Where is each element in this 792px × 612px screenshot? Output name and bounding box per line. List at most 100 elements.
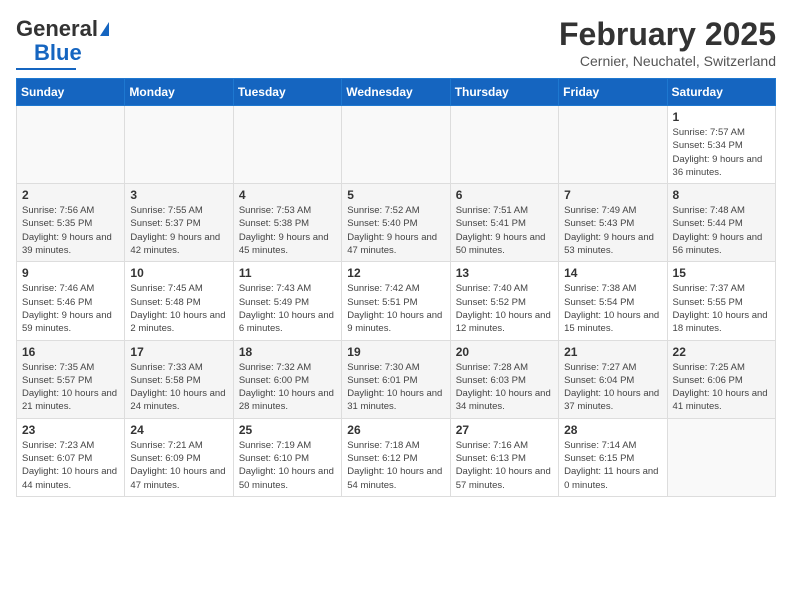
day-info: Sunrise: 7:45 AM Sunset: 5:48 PM Dayligh… [130, 282, 227, 335]
calendar-cell [233, 106, 341, 184]
day-info: Sunrise: 7:27 AM Sunset: 6:04 PM Dayligh… [564, 361, 661, 414]
main-title: February 2025 [559, 16, 776, 53]
calendar-cell: 20 Sunrise: 7:28 AM Sunset: 6:03 PM Dayli… [450, 340, 558, 418]
day-number: 15 [673, 266, 770, 280]
calendar-cell: 25 Sunrise: 7:19 AM Sunset: 6:10 PM Dayli… [233, 418, 341, 496]
calendar-cell: 2 Sunrise: 7:56 AM Sunset: 5:35 PM Daylig… [17, 184, 125, 262]
day-number: 28 [564, 423, 661, 437]
calendar-cell: 17 Sunrise: 7:33 AM Sunset: 5:58 PM Dayli… [125, 340, 233, 418]
day-info: Sunrise: 7:51 AM Sunset: 5:41 PM Dayligh… [456, 204, 553, 257]
day-number: 20 [456, 345, 553, 359]
day-info: Sunrise: 7:30 AM Sunset: 6:01 PM Dayligh… [347, 361, 444, 414]
calendar-cell [17, 106, 125, 184]
day-number: 23 [22, 423, 119, 437]
calendar-body: 1 Sunrise: 7:57 AM Sunset: 5:34 PM Daylig… [17, 106, 776, 497]
calendar-cell: 4 Sunrise: 7:53 AM Sunset: 5:38 PM Daylig… [233, 184, 341, 262]
day-info: Sunrise: 7:32 AM Sunset: 6:00 PM Dayligh… [239, 361, 336, 414]
day-number: 1 [673, 110, 770, 124]
day-number: 26 [347, 423, 444, 437]
weekday-header-row: SundayMondayTuesdayWednesdayThursdayFrid… [17, 79, 776, 106]
day-info: Sunrise: 7:23 AM Sunset: 6:07 PM Dayligh… [22, 439, 119, 492]
calendar-cell: 9 Sunrise: 7:46 AM Sunset: 5:46 PM Daylig… [17, 262, 125, 340]
logo-blue-text: Blue [34, 40, 82, 66]
day-info: Sunrise: 7:21 AM Sunset: 6:09 PM Dayligh… [130, 439, 227, 492]
calendar-cell: 8 Sunrise: 7:48 AM Sunset: 5:44 PM Daylig… [667, 184, 775, 262]
day-info: Sunrise: 7:28 AM Sunset: 6:03 PM Dayligh… [456, 361, 553, 414]
day-number: 7 [564, 188, 661, 202]
day-info: Sunrise: 7:16 AM Sunset: 6:13 PM Dayligh… [456, 439, 553, 492]
day-info: Sunrise: 7:25 AM Sunset: 6:06 PM Dayligh… [673, 361, 770, 414]
day-info: Sunrise: 7:53 AM Sunset: 5:38 PM Dayligh… [239, 204, 336, 257]
day-info: Sunrise: 7:56 AM Sunset: 5:35 PM Dayligh… [22, 204, 119, 257]
calendar-week-row: 2 Sunrise: 7:56 AM Sunset: 5:35 PM Daylig… [17, 184, 776, 262]
page-header: General Blue February 2025 Cernier, Neuc… [16, 16, 776, 70]
calendar-cell: 7Sunrise: 7:49 AM Sunset: 5:43 PM Daylig… [559, 184, 667, 262]
calendar-cell [667, 418, 775, 496]
day-number: 10 [130, 266, 227, 280]
day-number: 5 [347, 188, 444, 202]
calendar-cell: 6 Sunrise: 7:51 AM Sunset: 5:41 PM Daylig… [450, 184, 558, 262]
calendar-table: SundayMondayTuesdayWednesdayThursdayFrid… [16, 78, 776, 497]
day-info: Sunrise: 7:40 AM Sunset: 5:52 PM Dayligh… [456, 282, 553, 335]
weekday-header-tuesday: Tuesday [233, 79, 341, 106]
calendar-cell: 19 Sunrise: 7:30 AM Sunset: 6:01 PM Dayli… [342, 340, 450, 418]
calendar-week-row: 16Sunrise: 7:35 AM Sunset: 5:57 PM Dayli… [17, 340, 776, 418]
day-info: Sunrise: 7:43 AM Sunset: 5:49 PM Dayligh… [239, 282, 336, 335]
calendar-week-row: 23 Sunrise: 7:23 AM Sunset: 6:07 PM Dayli… [17, 418, 776, 496]
day-number: 12 [347, 266, 444, 280]
day-number: 25 [239, 423, 336, 437]
calendar-cell: 5 Sunrise: 7:52 AM Sunset: 5:40 PM Daylig… [342, 184, 450, 262]
calendar-cell: 10 Sunrise: 7:45 AM Sunset: 5:48 PM Dayli… [125, 262, 233, 340]
day-number: 13 [456, 266, 553, 280]
day-number: 6 [456, 188, 553, 202]
weekday-header-thursday: Thursday [450, 79, 558, 106]
logo: General Blue [16, 16, 109, 70]
day-number: 2 [22, 188, 119, 202]
day-info: Sunrise: 7:19 AM Sunset: 6:10 PM Dayligh… [239, 439, 336, 492]
weekday-header-saturday: Saturday [667, 79, 775, 106]
day-info: Sunrise: 7:42 AM Sunset: 5:51 PM Dayligh… [347, 282, 444, 335]
day-info: Sunrise: 7:46 AM Sunset: 5:46 PM Dayligh… [22, 282, 119, 335]
day-info: Sunrise: 7:33 AM Sunset: 5:58 PM Dayligh… [130, 361, 227, 414]
calendar-cell [450, 106, 558, 184]
day-info: Sunrise: 7:38 AM Sunset: 5:54 PM Dayligh… [564, 282, 661, 335]
weekday-header-sunday: Sunday [17, 79, 125, 106]
day-number: 16 [22, 345, 119, 359]
calendar-cell: 21 Sunrise: 7:27 AM Sunset: 6:04 PM Dayli… [559, 340, 667, 418]
calendar-cell: 15 Sunrise: 7:37 AM Sunset: 5:55 PM Dayli… [667, 262, 775, 340]
day-info: Sunrise: 7:57 AM Sunset: 5:34 PM Dayligh… [673, 126, 770, 179]
day-number: 8 [673, 188, 770, 202]
day-info: Sunrise: 7:52 AM Sunset: 5:40 PM Dayligh… [347, 204, 444, 257]
calendar-cell: 11 Sunrise: 7:43 AM Sunset: 5:49 PM Dayli… [233, 262, 341, 340]
day-info: Sunrise: 7:55 AM Sunset: 5:37 PM Dayligh… [130, 204, 227, 257]
calendar-cell [125, 106, 233, 184]
day-number: 19 [347, 345, 444, 359]
day-number: 21 [564, 345, 661, 359]
logo-general-text: General [16, 16, 98, 42]
subtitle: Cernier, Neuchatel, Switzerland [559, 53, 776, 69]
calendar-cell: 22Sunrise: 7:25 AM Sunset: 6:06 PM Dayli… [667, 340, 775, 418]
day-info: Sunrise: 7:14 AM Sunset: 6:15 PM Dayligh… [564, 439, 661, 492]
day-number: 4 [239, 188, 336, 202]
day-number: 17 [130, 345, 227, 359]
calendar-cell: 14 Sunrise: 7:38 AM Sunset: 5:54 PM Dayli… [559, 262, 667, 340]
logo-underline [16, 68, 76, 70]
day-info: Sunrise: 7:37 AM Sunset: 5:55 PM Dayligh… [673, 282, 770, 335]
weekday-header-wednesday: Wednesday [342, 79, 450, 106]
calendar-cell: 28 Sunrise: 7:14 AM Sunset: 6:15 PM Dayli… [559, 418, 667, 496]
calendar-cell [559, 106, 667, 184]
calendar-week-row: 1 Sunrise: 7:57 AM Sunset: 5:34 PM Daylig… [17, 106, 776, 184]
title-block: February 2025 Cernier, Neuchatel, Switze… [559, 16, 776, 69]
day-number: 18 [239, 345, 336, 359]
day-info: Sunrise: 7:48 AM Sunset: 5:44 PM Dayligh… [673, 204, 770, 257]
day-number: 9 [22, 266, 119, 280]
day-number: 11 [239, 266, 336, 280]
logo-triangle-icon [100, 22, 109, 36]
calendar-cell: 18 Sunrise: 7:32 AM Sunset: 6:00 PM Dayli… [233, 340, 341, 418]
calendar-cell: 13 Sunrise: 7:40 AM Sunset: 5:52 PM Dayli… [450, 262, 558, 340]
day-number: 14 [564, 266, 661, 280]
calendar-cell: 16Sunrise: 7:35 AM Sunset: 5:57 PM Dayli… [17, 340, 125, 418]
weekday-header-monday: Monday [125, 79, 233, 106]
calendar-header: SundayMondayTuesdayWednesdayThursdayFrid… [17, 79, 776, 106]
calendar-cell: 12 Sunrise: 7:42 AM Sunset: 5:51 PM Dayli… [342, 262, 450, 340]
